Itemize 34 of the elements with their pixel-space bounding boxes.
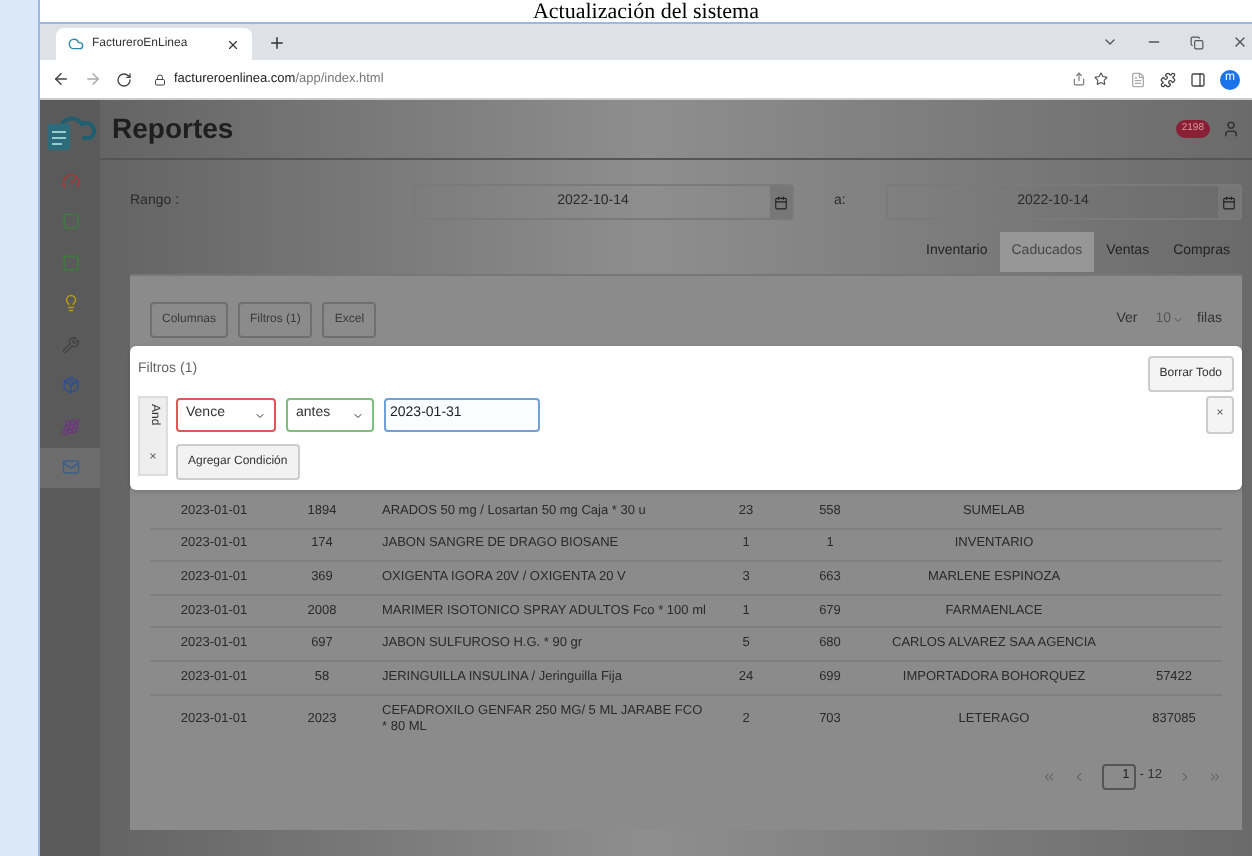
- panel-icon: [61, 212, 79, 231]
- previous-page-icon[interactable]: [1071, 769, 1086, 784]
- caret-icon: [254, 409, 266, 421]
- user-icon[interactable]: [1222, 120, 1240, 138]
- side-panel-icon[interactable]: [1190, 71, 1206, 87]
- cloud-icon: [68, 36, 84, 52]
- lock-icon: [154, 73, 166, 85]
- restore-icon[interactable]: [1190, 36, 1204, 50]
- forward-icon[interactable]: [84, 70, 102, 88]
- last-page-icon[interactable]: [1208, 769, 1222, 784]
- puzzle-icon[interactable]: [1160, 71, 1176, 87]
- chevron-icon[interactable]: [1102, 34, 1118, 50]
- new-tab-icon[interactable]: [268, 34, 286, 52]
- bulb-icon: [61, 294, 79, 313]
- caption: Actualización del sistema: [40, 0, 1252, 24]
- close-icon[interactable]: [1232, 34, 1248, 50]
- sidebar-item[interactable]: [40, 447, 100, 488]
- gauge-icon: [61, 171, 79, 190]
- caret-icon: [1171, 314, 1184, 326]
- next-page-icon[interactable]: [1178, 769, 1192, 784]
- share-icon[interactable]: [1072, 72, 1086, 86]
- back-icon[interactable]: [52, 70, 70, 88]
- calendar-icon[interactable]: [774, 195, 788, 209]
- grape-icon: [61, 417, 79, 436]
- close-icon[interactable]: [226, 37, 240, 51]
- document-icon[interactable]: [1130, 71, 1146, 87]
- page-title: Reportes: [112, 110, 234, 148]
- calendar-icon[interactable]: [1222, 195, 1236, 209]
- first-page-icon[interactable]: [1041, 769, 1056, 784]
- mail-icon: [61, 458, 79, 477]
- reload-icon[interactable]: [116, 71, 132, 87]
- panel-icon: [61, 253, 79, 272]
- caret-icon: [352, 409, 364, 421]
- star-icon[interactable]: [1094, 72, 1108, 86]
